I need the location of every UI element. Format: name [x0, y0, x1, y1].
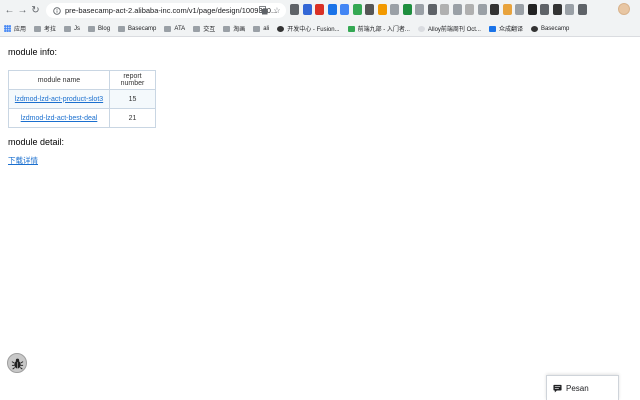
- extension-icon[interactable]: [415, 4, 424, 15]
- profile-avatar[interactable]: [618, 3, 630, 15]
- bookmark-site[interactable]: 开发中心 - Fusion...: [277, 24, 340, 33]
- feedback-button[interactable]: Pesan: [546, 375, 619, 400]
- url-text[interactable]: pre-basecamp-act-2.alibaba-inc.com/v1/pa…: [65, 6, 277, 15]
- bookmark-site[interactable]: Alloy前端周刊 Oct...: [417, 24, 481, 33]
- extension-icon[interactable]: [365, 4, 374, 15]
- bookmark-label: Blog: [98, 25, 111, 32]
- folder-icon: [34, 25, 42, 32]
- extension-icon[interactable]: [390, 4, 399, 15]
- extension-icon[interactable]: [515, 4, 524, 15]
- extension-icon[interactable]: [577, 4, 587, 15]
- bookmark-label: ali: [263, 25, 270, 32]
- extension-icon[interactable]: [565, 4, 574, 15]
- browser-toolbar: ← → ↻ pre-basecamp-act-2.alibaba-inc.com…: [0, 0, 640, 21]
- folder-icon: [223, 25, 231, 32]
- extension-icon[interactable]: [540, 4, 549, 15]
- extensions-bar: [290, 4, 587, 15]
- bug-icon: [11, 358, 23, 369]
- extension-icon[interactable]: [315, 4, 324, 15]
- bookmark-label: 应用: [14, 27, 27, 33]
- bookmark-apps[interactable]: 应用: [4, 24, 26, 33]
- bookmark-label: Basecamp: [128, 25, 157, 32]
- site-icon: [417, 25, 425, 32]
- column-header-report-number: report number: [109, 70, 156, 90]
- bookmark-label: Basecamp: [540, 25, 570, 32]
- column-header-module-name: module name: [8, 70, 110, 90]
- bookmark-folder[interactable]: 淘画: [223, 24, 245, 33]
- folder-icon: [164, 25, 172, 32]
- bookmarks-bar: 应用 考拉 Js Blog Basecamp ATA 交互 淘画 ali 开发中…: [0, 21, 640, 37]
- report-number-cell: 21: [109, 108, 156, 128]
- module-name-cell: lzdmod-lzd-act-product-slot3: [8, 89, 110, 109]
- back-icon[interactable]: ←: [4, 4, 15, 18]
- bookmark-label: ATA: [174, 25, 186, 32]
- bookmark-site[interactable]: 前端九部 - 入门者...: [347, 24, 410, 33]
- extension-icon[interactable]: [465, 4, 474, 15]
- bookmark-site[interactable]: Basecamp: [530, 25, 570, 32]
- bookmark-label: 众成翻译: [498, 27, 523, 33]
- bookmark-label: Js: [74, 25, 81, 32]
- bookmark-label: 开发中心 - Fusion...: [287, 27, 340, 33]
- folder-icon: [64, 25, 72, 32]
- bookmark-label: 交互: [203, 27, 216, 33]
- page-content: module info: module name report number l…: [0, 38, 640, 400]
- bookmark-label: 前端九部 - 入门者...: [357, 27, 410, 33]
- table-header-row: module name report number: [8, 70, 156, 90]
- apps-grid-icon: [4, 25, 11, 32]
- bug-report-button[interactable]: [7, 353, 27, 373]
- folder-icon: [253, 25, 261, 32]
- table-row: lzdmod-lzd-act-best-deal 21: [8, 108, 156, 128]
- extension-icon[interactable]: [452, 4, 462, 15]
- chat-icon: [553, 384, 562, 393]
- module-info-title: module info:: [8, 47, 58, 57]
- bookmark-folder[interactable]: 交互: [193, 24, 215, 33]
- folder-icon: [193, 25, 201, 32]
- module-name-cell: lzdmod-lzd-act-best-deal: [8, 108, 110, 128]
- folder-icon: [88, 25, 96, 32]
- extension-icon[interactable]: [502, 4, 512, 15]
- address-bar[interactable]: pre-basecamp-act-2.alibaba-inc.com/v1/pa…: [46, 3, 286, 18]
- report-number-cell: 15: [109, 89, 156, 109]
- bookmark-label: 考拉: [44, 27, 57, 33]
- module-link[interactable]: lzdmod-lzd-act-best-deal: [21, 115, 98, 122]
- extension-icon[interactable]: [340, 4, 349, 15]
- extension-icon[interactable]: [352, 4, 362, 15]
- extension-icon[interactable]: [527, 4, 537, 15]
- table-row: lzdmod-lzd-act-product-slot3 15: [8, 89, 156, 109]
- folder-icon: [118, 25, 126, 32]
- download-details-link[interactable]: 下载详情: [8, 155, 38, 166]
- bookmark-folder[interactable]: ATA: [164, 25, 186, 32]
- module-table: module name report number lzdmod-lzd-act…: [8, 70, 156, 128]
- extension-icon[interactable]: [490, 4, 499, 15]
- info-icon[interactable]: [52, 6, 62, 16]
- extension-icon[interactable]: [477, 4, 487, 15]
- module-link[interactable]: lzdmod-lzd-act-product-slot3: [15, 96, 103, 103]
- extension-icon[interactable]: [552, 4, 562, 15]
- bookmark-folder[interactable]: ali: [253, 25, 270, 32]
- extension-icon[interactable]: [327, 4, 337, 15]
- bookmark-label: 淘画: [233, 27, 246, 33]
- basecamp-site-icon: [530, 25, 538, 32]
- translate-icon[interactable]: [258, 5, 268, 15]
- extension-icon[interactable]: [440, 4, 449, 15]
- extension-icon[interactable]: [290, 4, 299, 15]
- bookmark-folder[interactable]: Js: [64, 25, 81, 32]
- bookmark-folder[interactable]: Blog: [88, 25, 111, 32]
- extension-icon[interactable]: [427, 4, 437, 15]
- module-detail-title: module detail:: [8, 137, 65, 147]
- feedback-label: Pesan: [566, 383, 589, 393]
- extension-icon[interactable]: [377, 4, 387, 15]
- forward-icon[interactable]: →: [17, 4, 28, 18]
- bookmark-folder[interactable]: 考拉: [34, 24, 56, 33]
- bookmark-star-icon[interactable]: ☆: [272, 5, 282, 15]
- reload-icon[interactable]: ↻: [30, 4, 41, 18]
- site-icon: [347, 25, 355, 32]
- bookmark-label: Alloy前端周刊 Oct...: [427, 27, 481, 33]
- extension-icon[interactable]: [302, 4, 312, 15]
- extension-icon[interactable]: [402, 4, 412, 15]
- translate-site-icon: [488, 25, 496, 32]
- bookmark-folder[interactable]: Basecamp: [118, 25, 157, 32]
- fusion-site-icon: [277, 25, 285, 32]
- bookmark-site[interactable]: 众成翻译: [488, 24, 523, 33]
